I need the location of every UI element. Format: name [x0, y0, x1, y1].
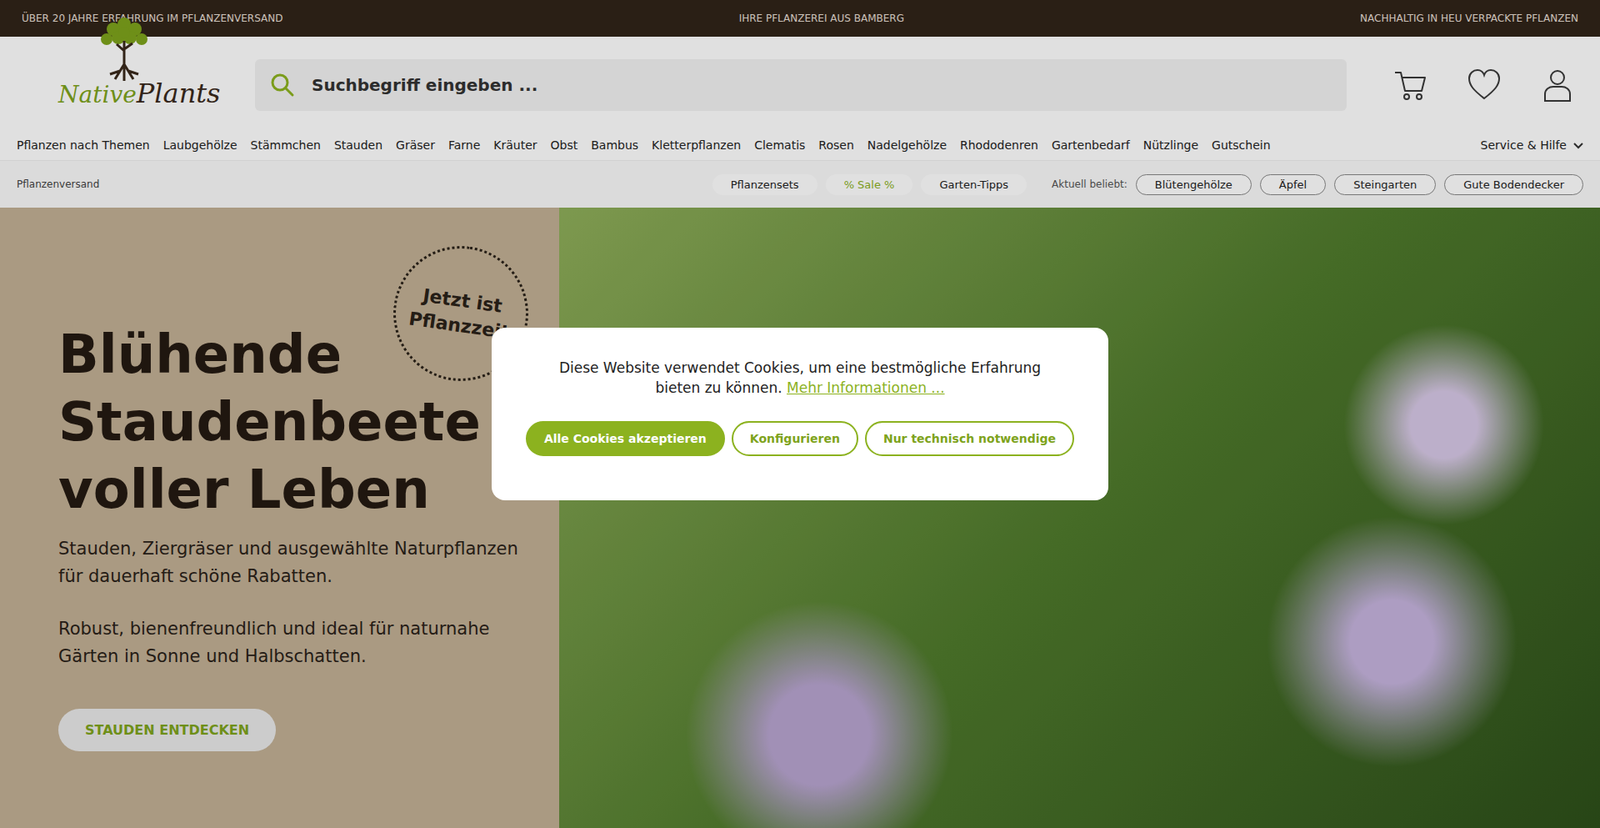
- cookie-button[interactable]: Nur technisch notwendige: [865, 420, 1075, 456]
- cookie-dialog: Diese Website verwendet Cookies, um eine…: [491, 327, 1109, 500]
- cookie-buttons: Alle Cookies akzeptierenKonfigurierenNur…: [525, 420, 1075, 456]
- cookie-info-link[interactable]: Mehr Informationen ...: [786, 379, 945, 396]
- cookie-button[interactable]: Alle Cookies akzeptieren: [525, 420, 725, 456]
- cookie-button[interactable]: Konfigurieren: [731, 420, 859, 456]
- cookie-text: Diese Website verwendet Cookies, um eine…: [550, 357, 1050, 398]
- page: ÜBER 20 JAHRE ERFAHRUNG IM PFLANZENVERSA…: [0, 0, 1600, 828]
